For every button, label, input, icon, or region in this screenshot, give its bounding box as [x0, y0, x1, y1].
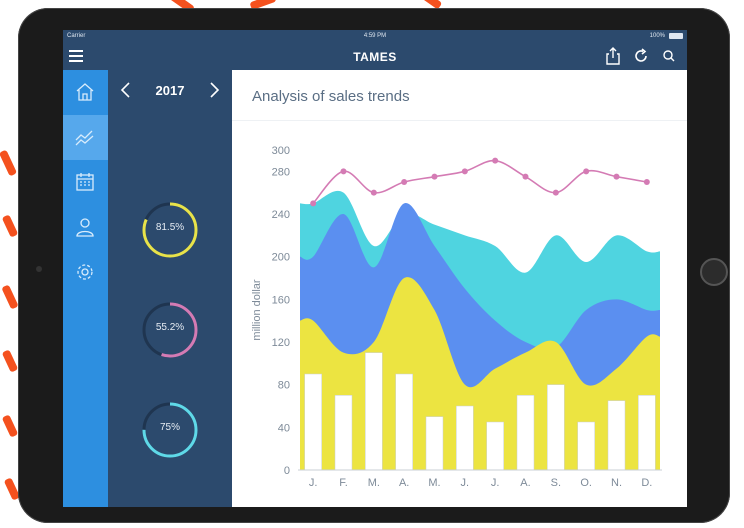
decorative-dash [0, 149, 18, 177]
gauge-value: 75% [159, 422, 180, 433]
x-tick-label: F. [339, 477, 348, 489]
sales-trend-chart: 0 40 80 120 160 200 240 280 300 million dollar J. F… [251, 145, 662, 489]
y-tick-label: 200 [272, 252, 290, 264]
y-tick-label: 40 [278, 422, 290, 434]
line-point-1 [340, 168, 347, 175]
y-tick-label: 0 [284, 465, 290, 477]
search-icon[interactable] [659, 46, 679, 66]
bar-3 [395, 373, 413, 471]
bar-1 [334, 395, 353, 471]
bar-10 [607, 400, 626, 471]
share-icon[interactable] [603, 46, 623, 66]
chevron-right-icon[interactable] [206, 81, 222, 99]
status-bar: Carrier 4:59 PM 100% [63, 30, 687, 42]
bar-2 [365, 352, 383, 471]
line-point-3 [401, 179, 408, 185]
trend-icon [75, 130, 94, 146]
bar-8 [547, 384, 565, 471]
home-button[interactable] [700, 258, 728, 286]
line-point-8 [552, 189, 559, 196]
bar-9 [577, 421, 595, 471]
y-tick-label: 80 [278, 380, 290, 392]
progress-gauge: 55.2% [140, 300, 200, 360]
y-tick-label: 300 [272, 145, 290, 157]
y-tick-label: 240 [272, 209, 290, 221]
decorative-dash [1, 214, 19, 238]
x-tick-label: A. [399, 477, 409, 489]
x-tick-label: A. [520, 477, 530, 489]
bar-4 [425, 416, 444, 471]
decorative-dash [1, 414, 19, 438]
battery-percent: 100% [649, 33, 665, 39]
sidebar-item-profile[interactable] [63, 205, 108, 250]
bar-11 [638, 395, 656, 471]
line-point-11 [643, 179, 650, 185]
chart-title: Analysis of sales trends [252, 88, 410, 105]
decorative-dash [1, 284, 19, 310]
stats-panel: 2017 81.5% 55.2% 75% [108, 70, 232, 507]
status-time: 4:59 PM [363, 33, 387, 39]
x-tick-label: M. [368, 477, 380, 489]
bar-7 [516, 395, 535, 471]
year-selector: 2017 [108, 70, 232, 110]
front-camera [36, 266, 42, 272]
app-title: TAMES [353, 50, 397, 64]
main-content: Analysis of sales trends 0 40 80 120 160 200 2… [232, 70, 687, 507]
line-point-5 [461, 168, 468, 175]
progress-gauge: 75% [140, 400, 200, 460]
progress-gauge: 81.5% [140, 200, 200, 260]
nav-bar: TAMES [63, 42, 687, 70]
gauge-value: 81.5% [155, 222, 185, 233]
user-icon [76, 218, 94, 237]
x-tick-label: N. [611, 477, 622, 489]
x-tick-label: O. [580, 477, 592, 489]
y-axis-label: million dollar [251, 279, 263, 340]
sidebar-item-home[interactable] [63, 70, 108, 115]
line-point-10 [613, 173, 620, 180]
settings-icon [77, 264, 93, 280]
x-tick-label: J. [491, 477, 500, 489]
app-screen: Carrier 4:59 PM 100% TAMES 2017 81.5% 55… [63, 30, 687, 507]
x-tick-label: J. [309, 477, 318, 489]
x-tick-label: S. [551, 477, 561, 489]
x-tick-label: D. [641, 477, 652, 489]
sidebar-item-settings[interactable] [63, 250, 108, 295]
line-point-7 [522, 173, 529, 180]
sidebar-item-trends[interactable] [63, 115, 108, 160]
y-tick-label: 160 [272, 294, 290, 306]
decorative-dash [1, 349, 19, 373]
x-tick-label: J. [461, 477, 470, 489]
home-icon [76, 83, 94, 101]
y-tick-label: 120 [272, 337, 290, 349]
line-point-0 [310, 200, 317, 207]
line-point-6 [492, 157, 499, 164]
refresh-icon[interactable] [631, 46, 651, 66]
x-tick-label: M. [428, 477, 440, 489]
line-series [312, 159, 647, 204]
line-point-2 [370, 189, 377, 196]
y-tick-label: 280 [272, 166, 290, 178]
line-point-4 [431, 173, 438, 180]
calendar-icon [76, 173, 94, 191]
sidebar-item-calendar[interactable] [63, 160, 108, 205]
bar-0 [304, 373, 322, 471]
line-point-9 [583, 168, 590, 175]
gauge-value: 55.2% [155, 322, 185, 333]
sidebar [63, 70, 108, 507]
battery-icon [669, 33, 683, 39]
title-divider [232, 120, 687, 121]
bar-5 [456, 405, 474, 471]
bar-6 [486, 421, 504, 471]
